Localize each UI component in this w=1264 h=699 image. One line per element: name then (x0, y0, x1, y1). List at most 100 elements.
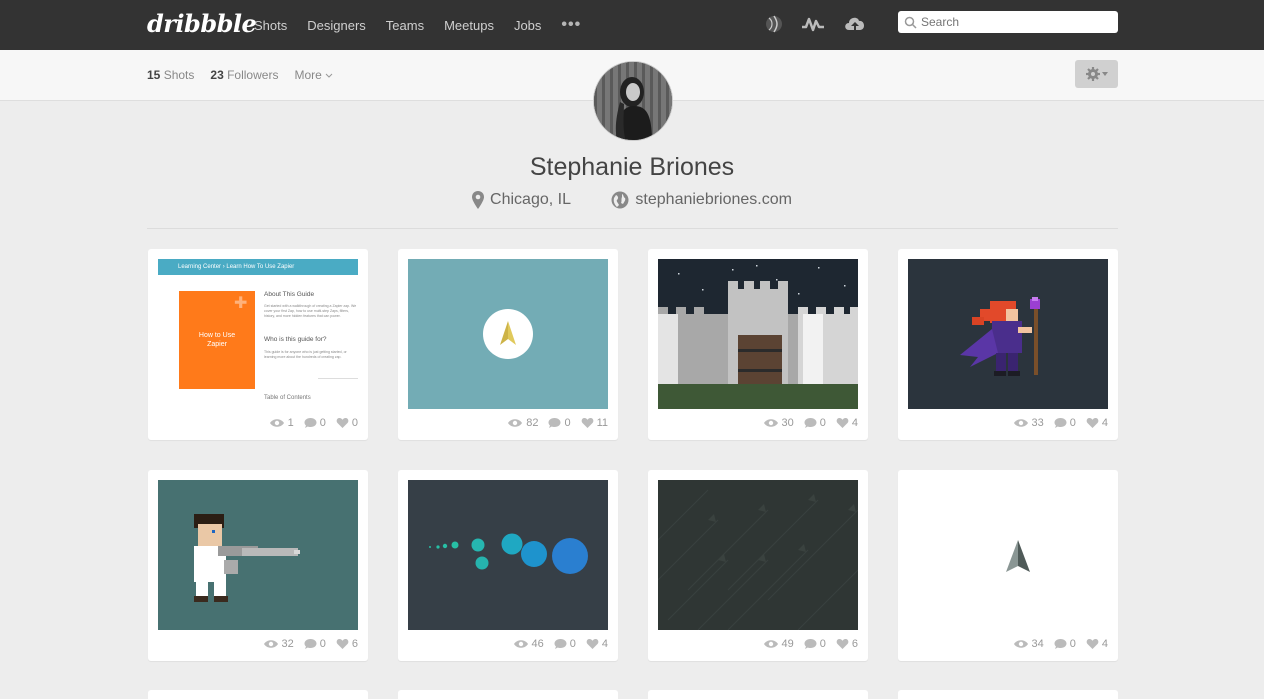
heart-icon (336, 638, 349, 649)
profile-location[interactable]: Chicago, IL (472, 191, 571, 209)
likes-stat[interactable]: 4 (1086, 417, 1108, 429)
profile-name: Stephanie Briones (529, 153, 735, 181)
more-dropdown[interactable]: More (294, 68, 333, 82)
followers-stat[interactable]: 23 Followers (210, 68, 278, 82)
settings-button[interactable] (1075, 60, 1118, 88)
shots-count: 15 (147, 68, 161, 82)
views-stat: 49 (763, 638, 794, 650)
shot-thumbnail-wizard[interactable] (908, 259, 1108, 409)
comments-stat[interactable]: 0 (304, 417, 326, 429)
shot-card[interactable]: 49 0 6 (648, 470, 868, 661)
likes-stat[interactable]: 4 (586, 638, 608, 650)
views-stat: 1 (269, 417, 294, 429)
profile-website[interactable]: stephaniebriones.com (611, 191, 792, 209)
shot-card[interactable]: Learning Center › Learn How To Use Zapie… (148, 249, 368, 440)
upload-cloud-icon[interactable] (843, 14, 867, 39)
comment-icon (554, 639, 567, 649)
location-pin-icon (472, 191, 485, 209)
shot-card[interactable]: 82 0 11 (398, 249, 618, 440)
comment-icon (804, 639, 817, 649)
views-stat: 82 (507, 417, 538, 429)
comments-stat[interactable]: 0 (548, 417, 571, 429)
likes-stat[interactable]: 0 (336, 417, 358, 429)
comments-stat[interactable]: 0 (554, 638, 576, 650)
main-nav-links: Shots Designers Teams Meetups Jobs ••• (254, 0, 601, 50)
likes-stat[interactable]: 6 (836, 638, 858, 650)
comments-stat[interactable]: 0 (304, 638, 326, 650)
nav-designers[interactable]: Designers (307, 18, 366, 33)
location-text: Chicago, IL (490, 191, 571, 208)
comment-icon (548, 418, 561, 428)
shot-card-partial[interactable] (898, 690, 1118, 699)
views-stat: 46 (513, 638, 544, 650)
shot-card[interactable]: 32 0 6 (148, 470, 368, 661)
comment-icon (1054, 639, 1067, 649)
views-stat: 32 (263, 638, 294, 650)
followers-label: Followers (227, 68, 279, 82)
likes-stat[interactable]: 4 (1086, 638, 1108, 650)
eye-icon (763, 419, 778, 427)
eye-icon (263, 640, 278, 648)
shot-thumbnail-teal-arrow[interactable] (408, 259, 608, 409)
eye-icon (763, 640, 778, 648)
shot-thumbnail-zapier-guide[interactable]: Learning Center › Learn How To Use Zapie… (158, 259, 358, 409)
shots-label: Shots (163, 68, 195, 82)
shot-stats: 1 0 0 (259, 417, 358, 429)
nav-icon-group (765, 14, 885, 39)
comments-stat[interactable]: 0 (1054, 638, 1076, 650)
nav-teams[interactable]: Teams (386, 18, 424, 33)
avatar[interactable] (593, 61, 673, 141)
heart-icon (836, 638, 849, 649)
shot-stats: 32 0 6 (253, 638, 358, 650)
search-input[interactable] (921, 15, 1111, 29)
comments-stat[interactable]: 0 (804, 417, 826, 429)
dribbble-logo[interactable]: dribbble (147, 9, 257, 38)
shot-thumbnail-grey-arrow[interactable] (908, 480, 1108, 630)
shot-thumbnail-bubbles[interactable] (408, 480, 608, 630)
shot-card[interactable]: 30 0 4 (648, 249, 868, 440)
nav-meetups[interactable]: Meetups (444, 18, 494, 33)
shot-card[interactable]: 46 0 4 (398, 470, 618, 661)
comment-icon (1054, 418, 1067, 428)
heart-icon (836, 417, 849, 428)
nav-shots[interactable]: Shots (254, 18, 287, 33)
shots-stat[interactable]: 15 Shots (147, 68, 194, 82)
section-divider (147, 228, 1118, 229)
website-link[interactable]: stephaniebriones.com (635, 191, 792, 209)
guide-who-text: This guide is for anyone who is just get… (264, 350, 347, 359)
shot-thumbnail-castle[interactable] (658, 259, 858, 409)
comments-stat[interactable]: 0 (804, 638, 826, 650)
heart-icon (581, 417, 593, 428)
search-box[interactable] (898, 11, 1118, 33)
comment-icon (804, 418, 817, 428)
profile-meta: Chicago, IL stephaniebriones.com (0, 191, 1264, 214)
shot-card-partial[interactable] (398, 690, 618, 699)
shot-card[interactable]: 34 0 4 (898, 470, 1118, 661)
shot-thumbnail-pixel-boy[interactable] (158, 480, 358, 630)
ball-icon[interactable] (765, 14, 783, 39)
activity-icon[interactable] (801, 14, 825, 39)
search-icon (904, 16, 917, 29)
guide-about-text: Get started with a walkthrough of creati… (264, 304, 357, 318)
likes-stat[interactable]: 11 (581, 417, 608, 429)
guide-who-heading: Who is this guide for? (264, 336, 327, 343)
nav-more-button[interactable]: ••• (561, 16, 581, 34)
likes-stat[interactable]: 4 (836, 417, 858, 429)
comments-stat[interactable]: 0 (1054, 417, 1076, 429)
chevron-down-icon (325, 73, 333, 78)
guide-cover-title: How to Use Zapier (198, 332, 236, 348)
top-navigation: dribbble Shots Designers Teams Meetups J… (0, 0, 1264, 50)
heart-icon (586, 638, 599, 649)
followers-count: 23 (210, 68, 224, 82)
globe-icon (611, 191, 629, 209)
profile-stats: 15 Shots 23 Followers More (147, 68, 349, 82)
shot-thumbnail-arrow-pattern[interactable] (658, 480, 858, 630)
likes-stat[interactable]: 6 (336, 638, 358, 650)
views-stat: 34 (1013, 638, 1044, 650)
shot-card-partial[interactable] (148, 690, 368, 699)
nav-jobs[interactable]: Jobs (514, 18, 541, 33)
shot-card[interactable]: 33 0 4 (898, 249, 1118, 440)
shot-card-partial[interactable] (648, 690, 868, 699)
shot-stats: 34 0 4 (1003, 638, 1108, 650)
shot-stats: 82 0 11 (497, 417, 608, 429)
